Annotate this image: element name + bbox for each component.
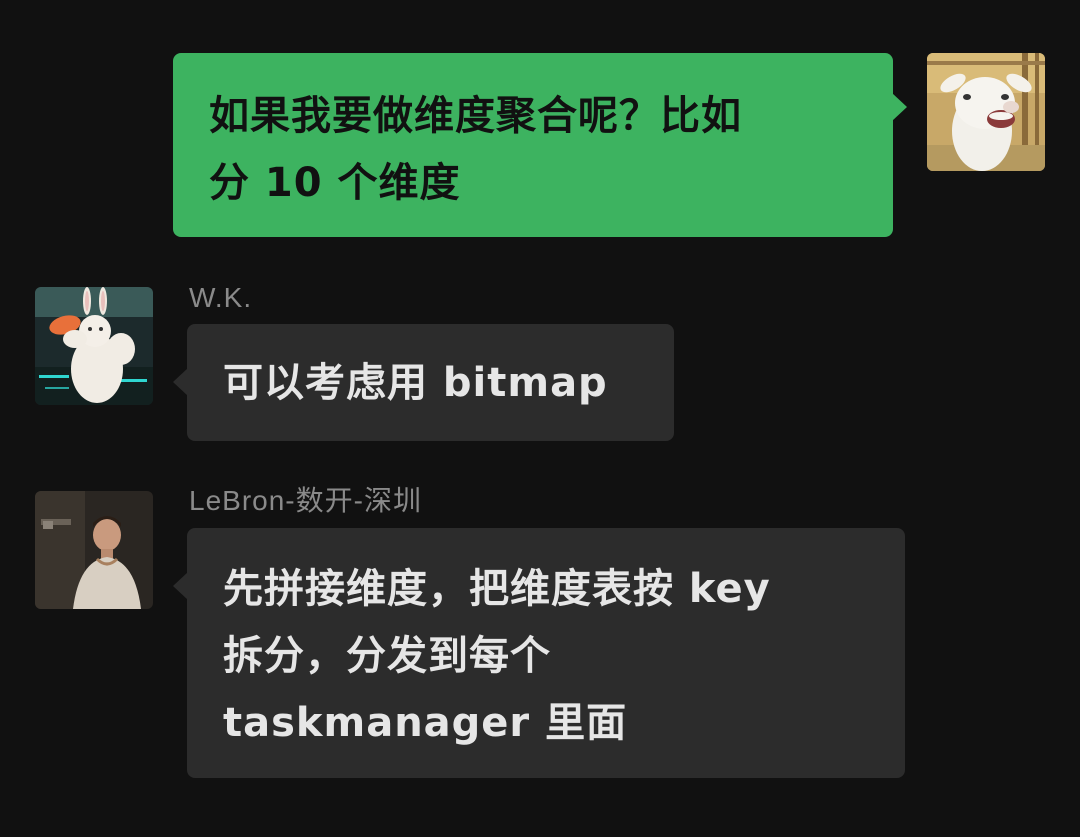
person-avatar-icon[interactable] [35,491,153,609]
chat-view: 如果我要做维度聚合呢？比如 分 10 个维度 W.K. 可以考虑用 bitmap… [0,0,1080,837]
message-bubble-incoming[interactable]: 可以考虑用 bitmap [173,324,674,441]
sender-name: LeBron-数开-深圳 [189,485,422,516]
sender-name: W.K. [189,282,253,313]
message-outgoing: 如果我要做维度聚合呢？比如 分 10 个维度 [173,53,907,237]
bunny-avatar-icon[interactable] [35,287,153,405]
message-text-line: 分 10 个维度 [209,160,461,206]
message-text-line: 先拼接维度，把维度表按 key [223,566,771,612]
message-text-line: 可以考虑用 bitmap [223,360,608,406]
lamb-avatar-icon[interactable] [927,53,1045,171]
message-bubble-outgoing[interactable]: 如果我要做维度聚合呢？比如 分 10 个维度 [173,53,907,237]
message-text-line: 拆分，分发到每个 [223,633,551,679]
message-text-line: 如果我要做维度聚合呢？比如 [209,93,742,139]
message-text-line: taskmanager 里面 [223,700,628,746]
message-bubble-incoming[interactable]: 先拼接维度，把维度表按 key 拆分，分发到每个 taskmanager 里面 [173,528,905,778]
